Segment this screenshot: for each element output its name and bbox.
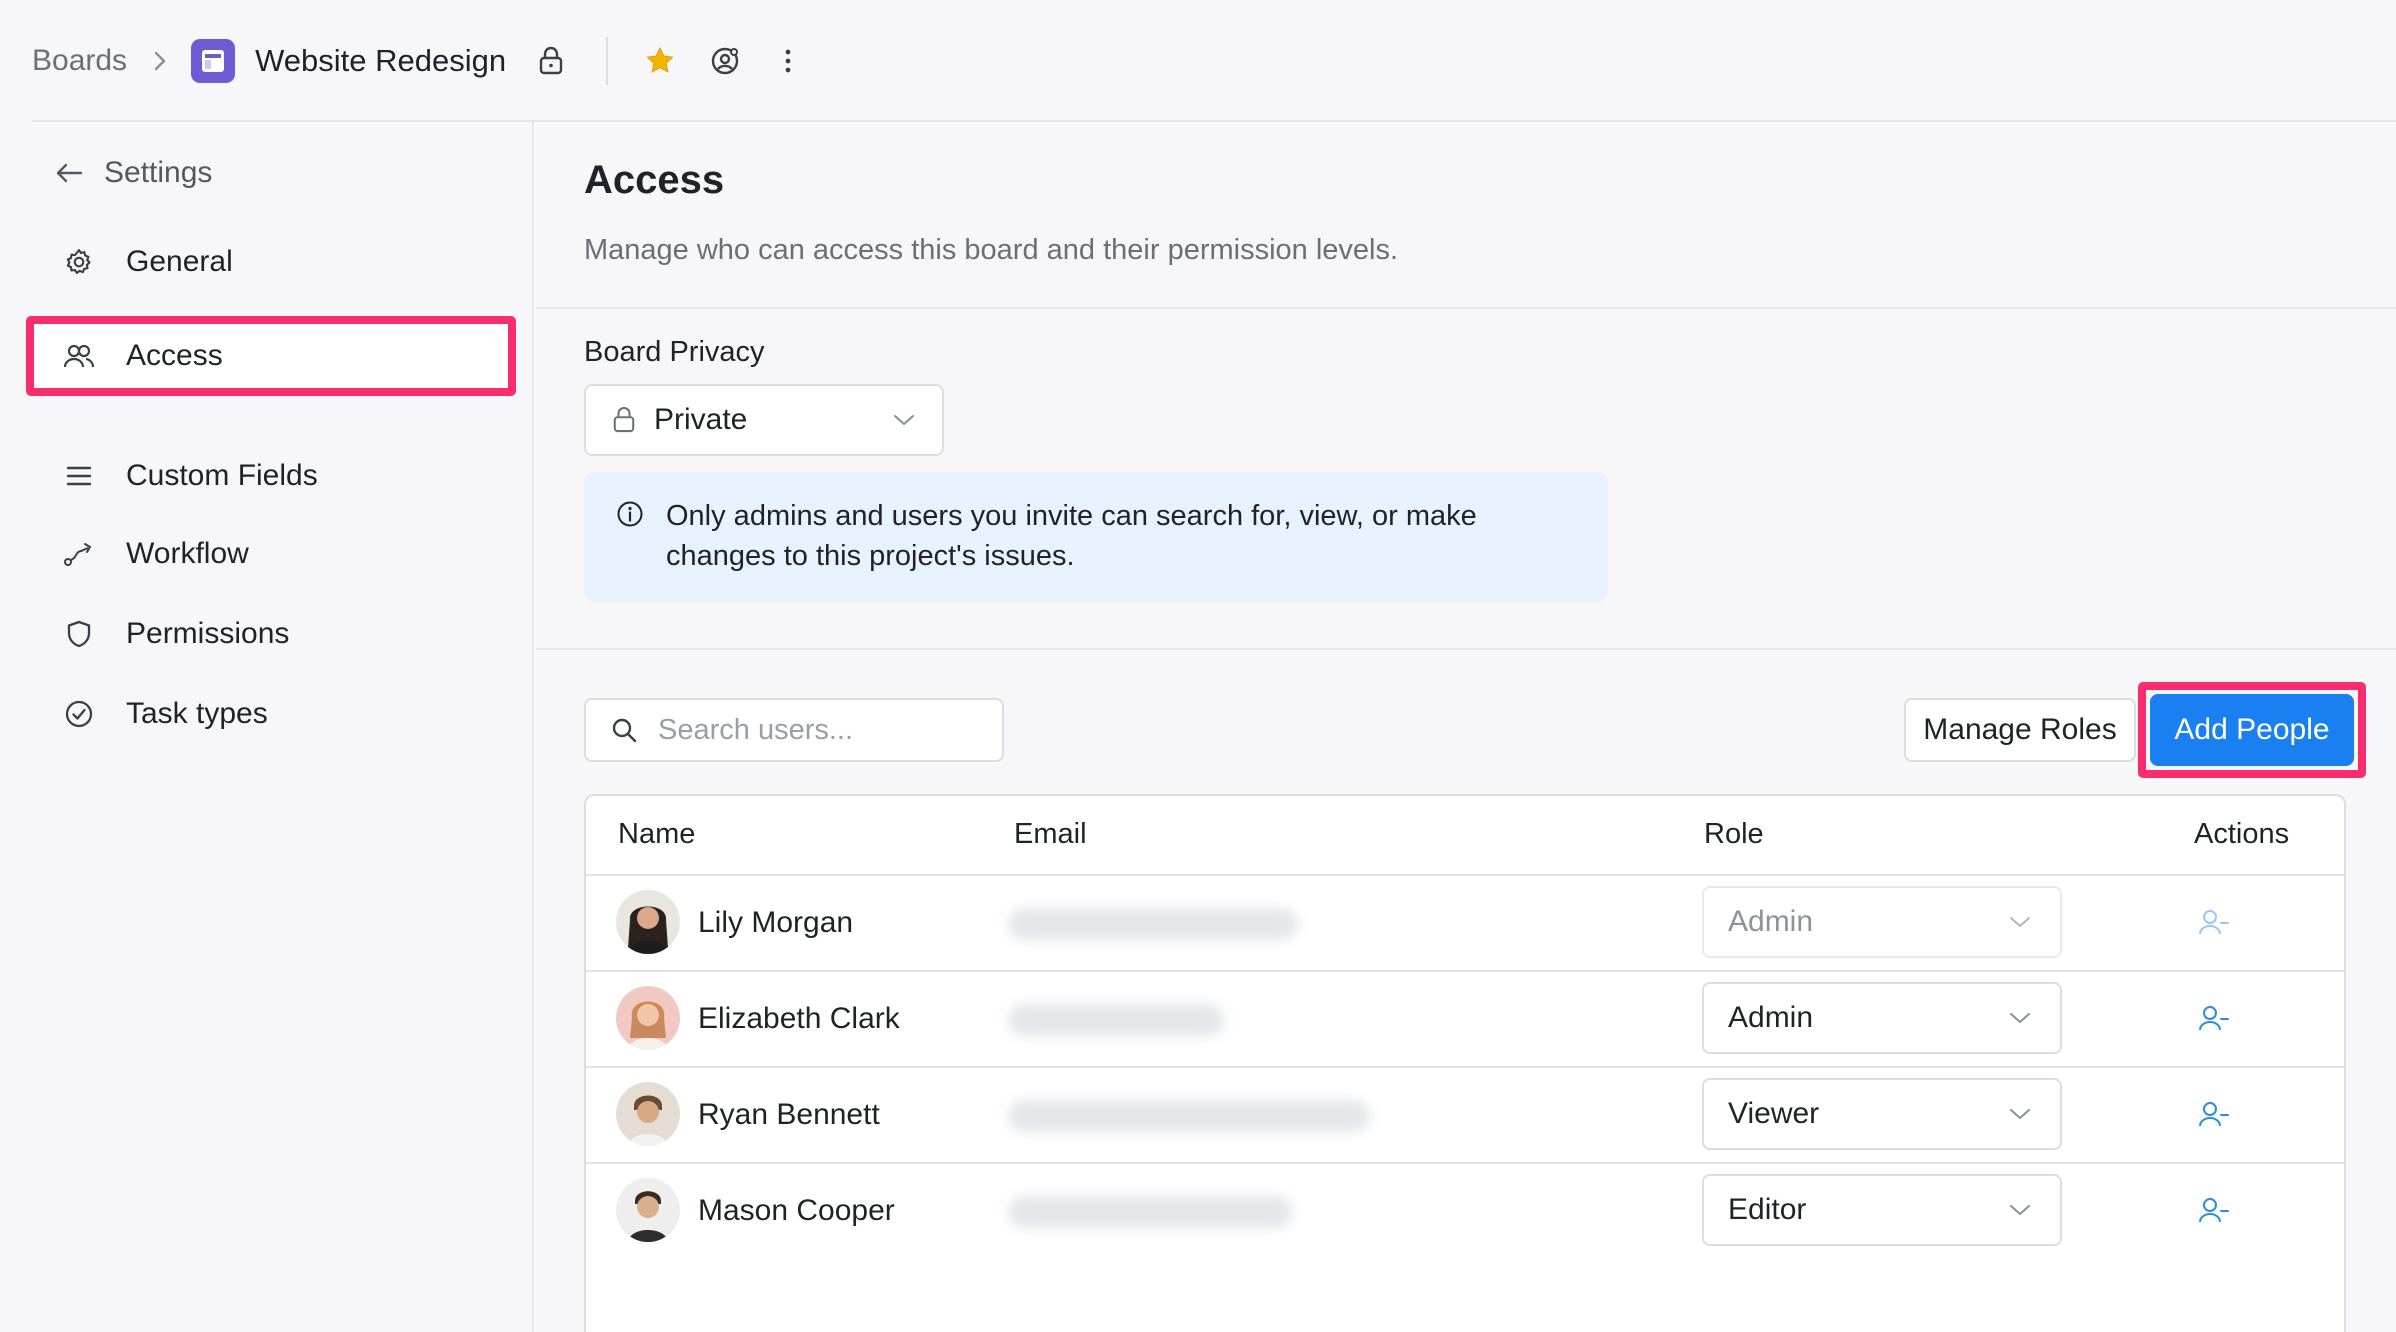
chevron-right-icon	[151, 49, 169, 73]
toolbar-divider	[606, 36, 609, 85]
chevron-down-icon	[2008, 1106, 2032, 1122]
table-header: Name Email Role Actions	[586, 796, 2344, 876]
role-select[interactable]: Editor	[1702, 1174, 2062, 1246]
lock-icon[interactable]	[538, 46, 564, 76]
column-header-role: Role	[1704, 818, 1764, 850]
privacy-info-text: Only admins and users you invite can sea…	[666, 500, 1477, 572]
email-redacted	[1008, 908, 1298, 940]
board-icon	[191, 38, 236, 83]
sidebar-item-custom-fields[interactable]: Custom Fields	[26, 436, 516, 516]
search-users-field[interactable]	[584, 698, 1004, 762]
list-icon	[62, 464, 96, 488]
sidebar-item-label: Task types	[126, 697, 268, 730]
settings-sidebar: Settings General Access Custom Fields Wo…	[0, 122, 534, 1332]
email-redacted	[1008, 1196, 1292, 1228]
role-value: Admin	[1728, 905, 1814, 938]
shield-icon	[62, 619, 96, 649]
sidebar-item-permissions[interactable]: Permissions	[26, 594, 516, 674]
role-select[interactable]: Admin	[1702, 982, 2062, 1054]
table-row: Lily Morgan Admin	[586, 876, 2344, 972]
remove-user-icon[interactable]	[2198, 1004, 2230, 1032]
column-header-actions: Actions	[2194, 818, 2290, 850]
settings-label: Settings	[104, 156, 213, 189]
remove-user-icon[interactable]	[2198, 1100, 2230, 1128]
check-circle-icon	[62, 699, 96, 729]
search-icon	[610, 716, 638, 744]
email-redacted	[1008, 1004, 1224, 1036]
sidebar-item-label: Access	[126, 339, 223, 372]
role-select[interactable]: Viewer	[1702, 1078, 2062, 1150]
star-icon[interactable]	[644, 45, 676, 77]
table-row: Elizabeth Clark Admin	[586, 972, 2344, 1068]
sidebar-item-access[interactable]: Access	[26, 316, 516, 396]
avatar	[616, 1082, 680, 1146]
add-people-highlight: Add People	[2138, 682, 2366, 778]
users-table: Name Email Role Actions Lily Morgan Admi…	[584, 794, 2346, 1332]
breadcrumb-boards-link[interactable]: Boards	[32, 44, 127, 78]
table-row: Mason Cooper Editor	[586, 1164, 2344, 1260]
sidebar-item-label: Workflow	[126, 537, 249, 570]
remove-user-icon[interactable]	[2198, 1196, 2230, 1224]
lock-icon	[612, 406, 636, 434]
chevron-down-icon	[2008, 1202, 2032, 1218]
chevron-down-icon	[2008, 1010, 2032, 1026]
avatar	[616, 890, 680, 954]
chevron-down-icon	[892, 412, 916, 428]
info-icon	[616, 500, 644, 602]
avatar	[616, 986, 680, 1050]
watch-icon[interactable]	[710, 46, 740, 76]
column-header-name: Name	[618, 818, 696, 850]
top-bar: Boards Website Redesign	[0, 0, 2396, 121]
board-privacy-select[interactable]: Private	[584, 384, 944, 456]
sidebar-item-label: Permissions	[126, 617, 290, 650]
board-title[interactable]: Website Redesign	[255, 43, 506, 79]
section-divider	[536, 648, 2396, 650]
email-redacted	[1008, 1100, 1370, 1132]
table-row: Ryan Bennett Viewer	[586, 1068, 2344, 1164]
user-name: Lily Morgan	[698, 906, 854, 939]
user-name: Ryan Bennett	[698, 1098, 880, 1131]
column-header-email: Email	[1014, 818, 1087, 850]
privacy-info-banner: Only admins and users you invite can sea…	[584, 472, 1608, 602]
manage-roles-button[interactable]: Manage Roles	[1904, 698, 2136, 762]
role-value: Editor	[1728, 1193, 1807, 1226]
board-privacy-label: Board Privacy	[584, 336, 765, 368]
sidebar-item-label: General	[126, 245, 233, 278]
users-icon	[62, 342, 96, 370]
remove-user-icon[interactable]	[2198, 908, 2230, 936]
role-value: Viewer	[1728, 1097, 1820, 1130]
workflow-icon	[62, 540, 96, 568]
section-divider	[536, 307, 2396, 309]
user-name: Mason Cooper	[698, 1194, 895, 1227]
back-to-settings[interactable]: Settings	[54, 156, 212, 190]
page-title: Access	[584, 158, 725, 202]
gear-icon	[62, 247, 96, 277]
sidebar-item-general[interactable]: General	[26, 222, 516, 302]
page-subtitle: Manage who can access this board and the…	[584, 234, 1399, 266]
sidebar-item-workflow[interactable]: Workflow	[26, 514, 516, 594]
avatar	[616, 1178, 680, 1242]
add-people-button[interactable]: Add People	[2150, 694, 2354, 766]
search-users-input[interactable]	[658, 713, 998, 747]
more-vertical-icon[interactable]	[784, 48, 792, 74]
chevron-down-icon	[2008, 914, 2032, 930]
sidebar-item-task-types[interactable]: Task types	[26, 674, 516, 754]
role-value: Admin	[1728, 1001, 1814, 1034]
arrow-left-icon	[54, 161, 84, 185]
sidebar-item-label: Custom Fields	[126, 459, 318, 492]
user-name: Elizabeth Clark	[698, 1002, 900, 1035]
role-select[interactable]: Admin	[1702, 886, 2062, 958]
board-privacy-value: Private	[654, 403, 748, 436]
access-settings-panel: Access Manage who can access this board …	[536, 122, 2396, 1332]
